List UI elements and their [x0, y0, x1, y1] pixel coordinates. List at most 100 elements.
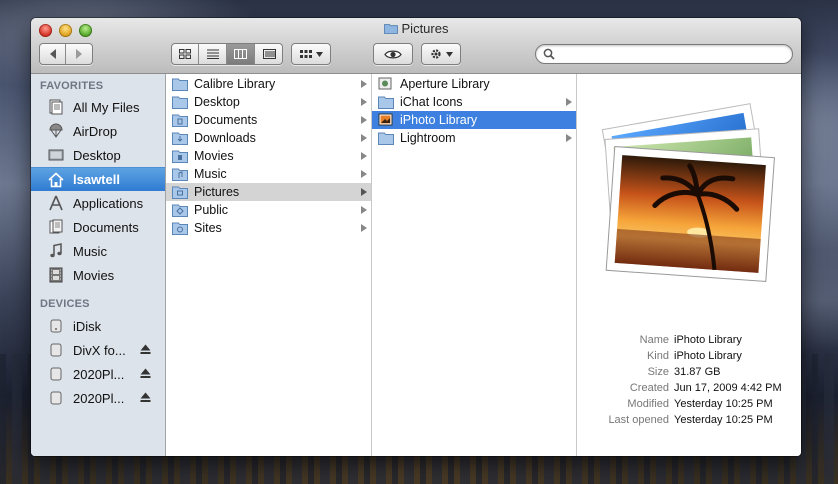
list-view-button[interactable]	[199, 44, 227, 64]
folder-icon	[172, 96, 188, 109]
sidebar-item-2020pl-volume-2[interactable]: 2020Pl...	[31, 386, 165, 410]
sidebar-item-label: Desktop	[73, 147, 121, 163]
sidebar-item-label: Documents	[73, 219, 139, 235]
sidebar-item-home[interactable]: lsawtell	[31, 167, 165, 191]
browser-column-home: Calibre Library Desktop Documents Downlo…	[166, 74, 372, 456]
info-row-last-opened: Last opened Yesterday 10:25 PM	[608, 414, 773, 426]
disclosure-arrow-icon	[361, 98, 367, 106]
favorites-header: FAVORITES	[40, 80, 104, 92]
arrange-button[interactable]	[291, 43, 331, 65]
movies-folder-icon	[172, 150, 188, 163]
info-row-kind: Kind iPhoto Library	[646, 350, 742, 362]
aperture-library-icon	[378, 77, 392, 90]
idisk-icon	[47, 317, 65, 335]
arrange-grid-icon	[299, 49, 312, 58]
eject-icon[interactable]	[140, 392, 151, 403]
sidebar-item-music[interactable]: Music	[31, 239, 165, 263]
info-row-modified: Modified Yesterday 10:25 PM	[627, 398, 773, 410]
sidebar-item-applications[interactable]: Applications	[31, 191, 165, 215]
back-button[interactable]	[40, 44, 66, 64]
list-item-downloads[interactable]: Downloads	[166, 129, 371, 147]
window-title: Pictures	[401, 21, 449, 36]
info-row-created: Created Jun 17, 2009 4:42 PM	[629, 382, 782, 394]
eject-icon[interactable]	[140, 368, 151, 379]
folder-icon	[383, 24, 398, 34]
folder-icon	[172, 78, 188, 91]
public-folder-icon	[172, 204, 188, 217]
info-row-name: Name iPhoto Library	[639, 334, 742, 346]
all-files-icon	[47, 98, 65, 116]
search-icon	[543, 48, 555, 60]
disclosure-arrow-icon	[566, 134, 572, 142]
iphoto-preview-icon	[601, 103, 775, 282]
search-input[interactable]	[558, 46, 783, 62]
folder-icon	[378, 96, 394, 109]
sidebar-item-label: All My Files	[73, 99, 140, 115]
list-item-ichat-icons[interactable]: iChat Icons	[372, 93, 576, 111]
search-field[interactable]	[535, 44, 793, 64]
sidebar-item-movies[interactable]: Movies	[31, 263, 165, 287]
titlebar: Pictures	[31, 18, 801, 74]
sidebar-item-desktop[interactable]: Desktop	[31, 143, 165, 167]
disclosure-arrow-icon	[361, 188, 367, 196]
disk-icon	[47, 365, 65, 383]
music-icon	[47, 242, 65, 260]
list-item-aperture-library[interactable]: Aperture Library	[372, 75, 576, 93]
sidebar-item-label: Music	[73, 243, 107, 259]
list-item-documents[interactable]: Documents	[166, 111, 371, 129]
list-item-lightroom[interactable]: Lightroom	[372, 129, 576, 147]
documents-icon	[47, 218, 65, 236]
sidebar-item-label: Applications	[73, 195, 144, 211]
window-title-area: Pictures	[31, 21, 801, 36]
browser-column-pictures: Aperture Library iChat Icons iPhoto Libr…	[372, 74, 577, 456]
chevron-down-icon	[445, 51, 453, 57]
eye-icon	[384, 50, 402, 58]
list-item-music[interactable]: Music	[166, 165, 371, 183]
list-view-icon	[206, 49, 219, 59]
chevron-down-icon	[315, 51, 323, 57]
forward-button[interactable]	[66, 44, 92, 64]
icon-view-icon	[178, 49, 191, 59]
list-item-desktop[interactable]: Desktop	[166, 93, 371, 111]
sidebar-item-2020pl-volume-1[interactable]: 2020Pl...	[31, 362, 165, 386]
preview-pane: Name iPhoto Library Kind iPhoto Library …	[577, 74, 801, 456]
sidebar: FAVORITES All My Files AirDrop Desktop l…	[31, 74, 166, 456]
disclosure-arrow-icon	[361, 134, 367, 142]
icon-view-button[interactable]	[171, 44, 199, 64]
list-item-pictures[interactable]: Pictures	[166, 183, 371, 201]
gear-icon	[430, 49, 441, 59]
sidebar-item-divx-volume[interactable]: DivX fo...	[31, 338, 165, 362]
sidebar-item-label: lsawtell	[73, 172, 120, 187]
list-item-movies[interactable]: Movies	[166, 147, 371, 165]
sidebar-item-documents[interactable]: Documents	[31, 215, 165, 239]
column-view-button[interactable]	[227, 44, 255, 64]
coverflow-view-button[interactable]	[255, 44, 283, 64]
sidebar-item-idisk[interactable]: iDisk	[31, 314, 165, 338]
disclosure-arrow-icon	[566, 98, 572, 106]
sidebar-item-label: 2020Pl...	[73, 366, 125, 382]
back-arrow-icon	[49, 49, 56, 59]
sidebar-item-label: DivX fo...	[73, 342, 126, 358]
sidebar-item-airdrop[interactable]: AirDrop	[31, 119, 165, 143]
list-item-public[interactable]: Public	[166, 201, 371, 219]
applications-icon	[47, 194, 65, 212]
sidebar-item-label: Movies	[73, 267, 115, 283]
list-item-calibre-library[interactable]: Calibre Library	[166, 75, 371, 93]
home-icon	[47, 171, 65, 189]
disk-icon	[47, 341, 65, 359]
airdrop-icon	[47, 122, 65, 140]
music-folder-icon	[172, 168, 188, 181]
eject-icon[interactable]	[140, 344, 151, 355]
list-item-iphoto-library[interactable]: iPhoto Library	[372, 111, 576, 129]
action-menu-button[interactable]	[421, 43, 461, 65]
disclosure-arrow-icon	[361, 224, 367, 232]
coverflow-view-icon	[262, 49, 276, 59]
pictures-folder-icon	[172, 186, 188, 199]
downloads-folder-icon	[172, 132, 188, 145]
sidebar-item-label: iDisk	[73, 318, 102, 334]
list-item-sites[interactable]: Sites	[166, 219, 371, 237]
documents-folder-icon	[172, 114, 188, 127]
iphoto-library-icon	[378, 113, 393, 126]
sidebar-item-all-my-files[interactable]: All My Files	[31, 95, 165, 119]
quick-look-button[interactable]	[373, 43, 413, 65]
